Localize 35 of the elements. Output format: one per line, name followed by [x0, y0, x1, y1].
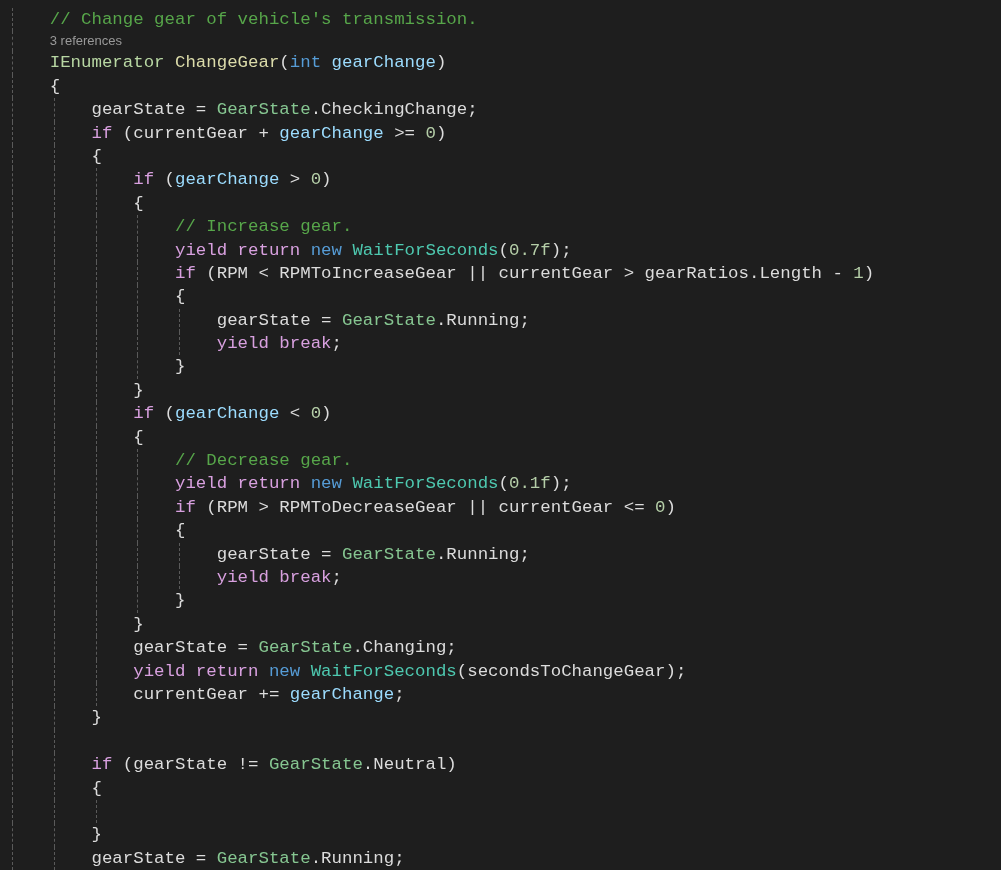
- code-line: IEnumerator ChangeGear(int gearChange): [49, 52, 447, 75]
- code-line: }: [175, 590, 186, 613]
- code-line: if (currentGear + gearChange >= 0): [91, 122, 447, 145]
- code-line: if (gearChange < 0): [133, 403, 332, 426]
- code-line: {: [91, 145, 102, 168]
- code-comment: // Decrease gear.: [175, 450, 353, 473]
- code-line: yield return new WaitForSeconds(0.1f);: [175, 473, 572, 496]
- code-line: {: [133, 426, 144, 449]
- code-line: {: [175, 286, 186, 309]
- code-line: if (RPM > RPMToDecreaseGear || currentGear <= 0): [175, 496, 676, 519]
- code-line: }: [91, 707, 102, 730]
- code-line: if (gearChange > 0): [133, 169, 332, 192]
- code-line: yield return new WaitForSeconds(secondsToChangeGear);: [133, 660, 687, 683]
- code-line: gearState = GearState.Running;: [216, 543, 530, 566]
- code-line: gearState = GearState.Changing;: [133, 637, 457, 660]
- code-line: {: [133, 192, 144, 215]
- code-line: currentGear += gearChange;: [133, 683, 405, 706]
- code-line: yield return new WaitForSeconds(0.7f);: [175, 239, 572, 262]
- code-line: if (gearState != GearState.Neutral): [91, 754, 457, 777]
- code-line: gearState = GearState.Running;: [91, 847, 405, 870]
- code-line: }: [133, 613, 144, 636]
- code-line: gearState = GearState.CheckingChange;: [91, 99, 478, 122]
- code-comment: // Change gear of vehicle's transmission.: [49, 9, 478, 31]
- code-lens-references[interactable]: 3 references: [49, 31, 122, 52]
- code-line: {: [175, 520, 186, 543]
- code-line: }: [91, 824, 102, 847]
- code-line: if (RPM < RPMToIncreaseGear || currentGear > gearRatios.Length - 1): [175, 262, 875, 285]
- code-line: }: [175, 356, 186, 379]
- code-line: yield break;: [216, 567, 342, 589]
- code-line: }: [133, 379, 144, 402]
- code-line: {: [91, 777, 102, 800]
- code-line: yield break;: [216, 333, 342, 356]
- code-line: gearState = GearState.Running;: [216, 309, 530, 332]
- code-comment: // Increase gear.: [175, 216, 353, 239]
- code-line: {: [49, 75, 61, 98]
